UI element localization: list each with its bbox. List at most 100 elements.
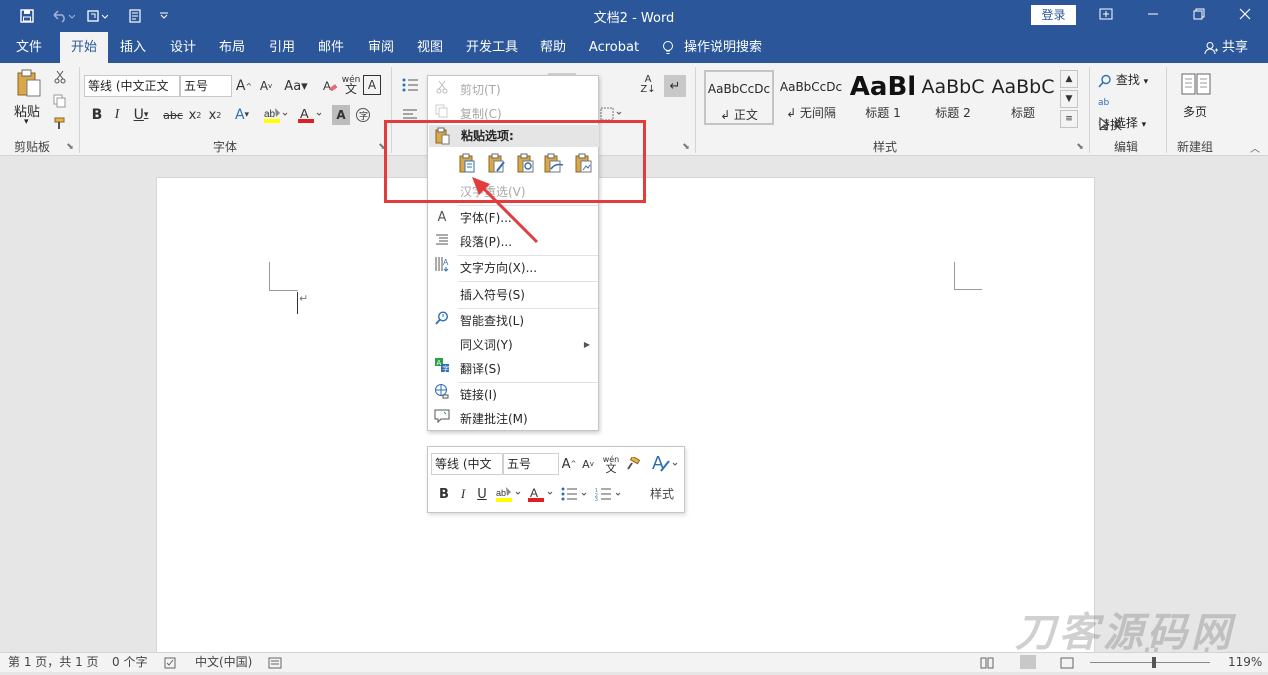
document-page[interactable]: ↵: [156, 177, 1095, 672]
language-indicator[interactable]: 中文(中国): [195, 653, 252, 672]
clear-formatting-icon[interactable]: A: [320, 75, 340, 97]
shrink-font-icon[interactable]: Av: [257, 75, 275, 97]
tab-design[interactable]: 设计: [162, 32, 204, 63]
word-count[interactable]: 0 个字: [112, 653, 147, 672]
sort-icon[interactable]: A Z↓: [638, 75, 658, 95]
mini-styles-label[interactable]: 样式: [650, 485, 674, 502]
mini-bold-icon[interactable]: B: [436, 484, 452, 504]
zoom-slider-thumb[interactable]: [1152, 657, 1156, 668]
mini-format-painter-icon[interactable]: [624, 454, 642, 474]
mini-font-name-combo[interactable]: 等线 (中文: [431, 453, 503, 475]
read-mode-icon[interactable]: [980, 656, 994, 675]
search-icon: [1098, 73, 1116, 88]
select-button[interactable]: 选择 ▾: [1098, 112, 1146, 136]
grow-font-icon[interactable]: A ^: [235, 75, 253, 97]
mini-italic-icon[interactable]: I: [455, 484, 471, 504]
tab-home[interactable]: 开始: [60, 32, 108, 63]
tab-acrobat[interactable]: Acrobat: [584, 32, 644, 63]
paste-dropdown-icon[interactable]: ▾: [24, 117, 29, 127]
bullets-icon[interactable]: [400, 75, 420, 95]
tab-mailings[interactable]: 邮件: [310, 32, 352, 63]
menu-item-link[interactable]: 链接(I): [428, 383, 598, 407]
macro-recording-icon[interactable]: [268, 656, 282, 675]
character-shading-icon[interactable]: A: [332, 105, 350, 125]
page-count[interactable]: 第 1 页，共 1 页: [8, 653, 99, 672]
menu-item-synonyms[interactable]: 同义词(Y) ▶: [428, 333, 598, 357]
style-title[interactable]: AaBbC 标题: [988, 70, 1058, 125]
menu-item-new-comment[interactable]: 新建批注(M): [428, 407, 598, 431]
paste-icon[interactable]: [12, 69, 46, 99]
proofing-icon[interactable]: [164, 656, 178, 675]
change-case-icon[interactable]: Aa▾: [281, 75, 311, 97]
menu-item-cut[interactable]: 剪切(T): [428, 78, 598, 102]
highlight-color-icon[interactable]: ab: [262, 105, 290, 125]
login-button[interactable]: 登录: [1031, 5, 1076, 25]
style-heading-2[interactable]: AaBbC 标题 2: [918, 70, 988, 125]
font-color-icon[interactable]: A: [296, 105, 324, 125]
menu-item-insert-symbol[interactable]: 插入符号(S): [428, 283, 598, 307]
mini-grow-font-icon[interactable]: A ^: [561, 454, 577, 474]
tab-help[interactable]: 帮助: [533, 32, 573, 63]
copy-icon[interactable]: [52, 91, 68, 111]
close-icon[interactable]: [1222, 0, 1268, 32]
collapse-ribbon-icon[interactable]: ︿: [1248, 141, 1262, 155]
character-border-icon[interactable]: A: [363, 75, 381, 95]
zoom-slider[interactable]: [1090, 662, 1210, 663]
ribbon-display-options-icon[interactable]: [1083, 0, 1129, 32]
italic-icon[interactable]: I: [108, 105, 126, 125]
annotation-arrow: [472, 177, 539, 244]
text-effects-icon[interactable]: A ▾: [230, 105, 254, 125]
font-name-combo[interactable]: 等线 (中文正文: [84, 75, 180, 97]
show-hide-marks-icon[interactable]: ↵: [664, 75, 686, 97]
svg-text:A: A: [530, 486, 538, 500]
share-button[interactable]: 共享: [1204, 32, 1248, 63]
mini-highlight-color-icon[interactable]: ab: [494, 484, 524, 504]
tab-review[interactable]: 审阅: [360, 32, 402, 63]
phonetic-guide-icon[interactable]: wén 文: [342, 73, 361, 97]
tab-layout[interactable]: 布局: [211, 32, 253, 63]
styles-launcher-icon[interactable]: ⬊: [1074, 141, 1086, 153]
styles-scroll-down-icon[interactable]: ▼: [1060, 90, 1078, 108]
style-heading-1[interactable]: AaBl 标题 1: [848, 70, 918, 125]
mini-underline-icon[interactable]: U: [474, 484, 490, 504]
tab-references[interactable]: 引用: [261, 32, 303, 63]
zoom-level[interactable]: 119%: [1228, 653, 1262, 672]
strikethrough-icon[interactable]: abc: [162, 105, 184, 125]
style-normal[interactable]: AaBbCcDc ↲ 正文: [704, 70, 774, 125]
subscript-icon[interactable]: x2: [186, 105, 204, 125]
styles-scroll-up-icon[interactable]: ▲: [1060, 70, 1078, 88]
multi-page-label[interactable]: 多页: [1183, 103, 1207, 120]
mini-phonetic-guide-icon[interactable]: wén 文: [602, 452, 620, 476]
multi-page-icon[interactable]: [1178, 71, 1214, 97]
underline-icon[interactable]: U ▾: [128, 105, 154, 125]
styles-more-icon[interactable]: ≡: [1060, 110, 1078, 128]
menu-item-smart-lookup[interactable]: 智能查找(L): [428, 309, 598, 333]
tab-developer[interactable]: 开发工具: [462, 32, 522, 63]
tab-view[interactable]: 视图: [409, 32, 451, 63]
enclose-characters-icon[interactable]: 字: [354, 105, 372, 125]
cut-icon[interactable]: [52, 67, 68, 87]
style-no-spacing[interactable]: AaBbCcDc ↲ 无间隔: [776, 70, 846, 125]
minimize-icon[interactable]: [1130, 0, 1176, 32]
tab-file[interactable]: 文件: [6, 32, 52, 63]
menu-item-translate[interactable]: A字 翻译(S): [428, 357, 598, 381]
menu-item-text-direction[interactable]: A 文字方向(X)...: [428, 256, 598, 280]
bold-icon[interactable]: B: [88, 105, 106, 125]
web-layout-icon[interactable]: [1060, 656, 1074, 675]
tab-insert[interactable]: 插入: [112, 32, 154, 63]
superscript-icon[interactable]: x2: [206, 105, 224, 125]
restore-icon[interactable]: [1176, 0, 1222, 32]
tell-me-search[interactable]: 操作说明搜索: [662, 32, 766, 63]
font-size-combo[interactable]: 五号: [180, 75, 232, 97]
mini-numbering-icon[interactable]: 123: [594, 484, 624, 504]
format-painter-icon[interactable]: [52, 113, 68, 133]
divider: [695, 67, 696, 153]
mini-font-size-combo[interactable]: 五号: [503, 453, 559, 475]
mini-bullets-icon[interactable]: [560, 484, 590, 504]
paragraph-launcher-icon[interactable]: ⬊: [680, 141, 692, 153]
print-layout-icon[interactable]: [1020, 655, 1036, 669]
mini-shrink-font-icon[interactable]: Av: [580, 454, 596, 474]
mini-styles-icon[interactable]: A: [650, 452, 680, 476]
mini-font-color-icon[interactable]: A: [526, 484, 556, 504]
clipboard-launcher-icon[interactable]: ⬊: [64, 141, 76, 153]
